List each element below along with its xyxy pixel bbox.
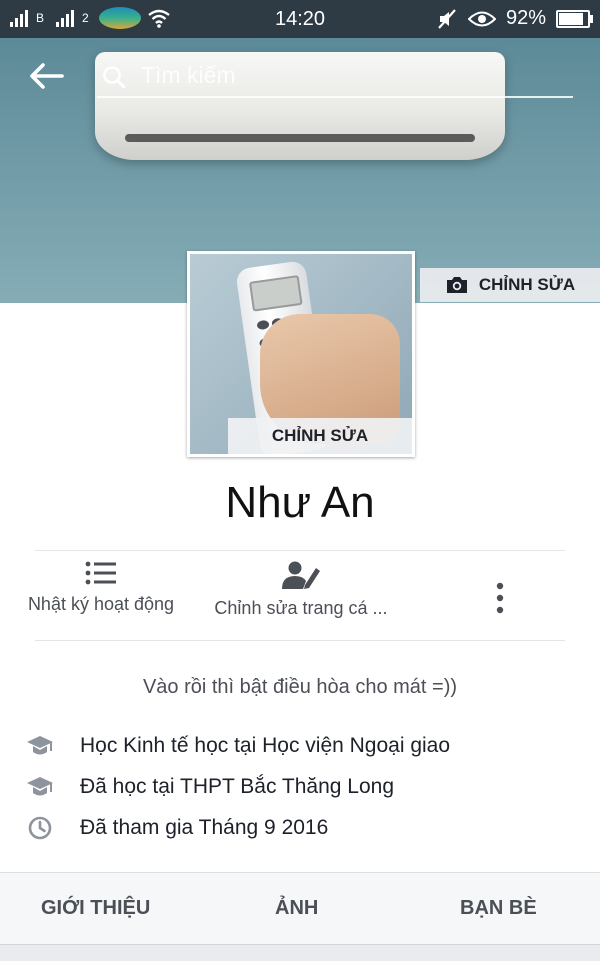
bottom-strip [0,944,600,961]
intro-item-joined: Đã tham gia Tháng 9 2016 [26,813,328,843]
profile-bio: Vào rồi thì bật điều hòa cho mát =)) [142,676,458,698]
edit-profile-button[interactable]: Chỉnh sửa trang cá ... [206,560,396,619]
clock-icon [28,816,52,840]
intro-item-education: Học Kinh tế học tại Học viện Ngoại giao [26,731,450,761]
profile-name: Như An [225,478,375,527]
graduation-cap-icon [27,736,53,755]
tab-photos[interactable]: ẢNH [275,897,318,920]
graduation-cap-icon [27,777,53,796]
edit-profile-picture-label: CHỈNH SỬA [271,426,369,445]
profile-tab-bar: GIỚI THIỆU ẢNH BẠN BÈ [0,872,600,945]
mute-icon [438,8,456,29]
activity-log-button[interactable]: Nhật ký hoạt động [18,560,184,615]
intro-item-text: Đã tham gia Tháng 9 2016 [80,816,329,839]
tab-about[interactable]: GIỚI THIỆU [41,897,150,920]
edit-cover-button[interactable]: CHỈNH SỬA [420,268,600,302]
divider-top [35,550,565,551]
status-bar-right: 92% [436,7,593,30]
intro-item-text: Học Kinh tế học tại Học viện Ngoại giao [80,734,451,757]
edit-profile-picture-button[interactable]: CHỈNH SỬA [228,418,412,454]
intro-item-text: Đã học tại THPT Bắc Thăng Long [80,775,395,798]
tab-friends[interactable]: BẠN BÈ [460,897,537,920]
more-options-icon[interactable] [486,578,514,618]
search-icon [103,66,126,89]
profile-picture[interactable]: CHỈNH SỬA [187,251,415,457]
profile-actions: Nhật ký hoạt động Chỉnh sửa trang cá ... [0,560,600,635]
camera-icon [446,277,467,293]
list-icon [85,561,116,585]
activity-log-label: Nhật ký hoạt động [27,594,175,614]
battery-icon [556,9,593,28]
edit-cover-label: CHỈNH SỬA [478,275,576,294]
edit-person-icon [282,561,320,589]
battery-percent: 92% [505,7,546,29]
search-input[interactable]: Tìm kiếm [97,58,573,98]
search-placeholder: Tìm kiếm [141,62,236,88]
search-underline [97,96,573,98]
eye-icon [467,11,496,26]
intro-item-highschool: Đã học tại THPT Bắc Thăng Long [26,772,394,802]
divider-bottom [35,640,565,641]
battery-fill [559,12,583,25]
status-bar: B 2 14:20 92% [0,0,600,38]
air-conditioner-vent [125,134,475,142]
back-arrow-icon[interactable] [24,58,68,94]
edit-profile-label: Chỉnh sửa trang cá ... [214,598,388,618]
